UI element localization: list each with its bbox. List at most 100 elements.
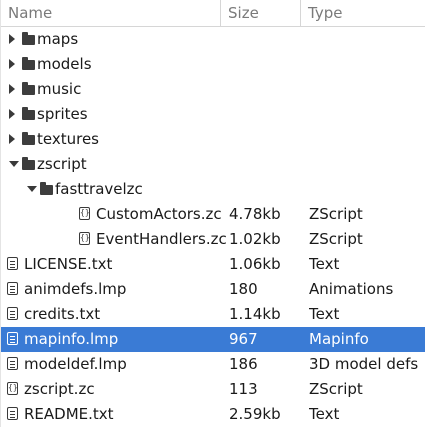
tree-file-row[interactable]: README.txt 2.59kb Text [1, 402, 425, 427]
item-name-label: music [37, 80, 82, 98]
folder-icon [22, 157, 35, 170]
tree-file-row[interactable]: LICENSE.txt 1.06kb Text [1, 252, 425, 277]
column-header-size[interactable]: Size [221, 0, 301, 26]
name-cell: music [1, 77, 227, 102]
item-type-label: Text [309, 305, 340, 323]
text-file-icon [7, 282, 18, 295]
collapsed-arrow-icon[interactable] [9, 109, 15, 119]
name-cell: maps [1, 27, 227, 52]
tree-folder-row[interactable]: textures [1, 127, 425, 152]
name-cell: {} EventHandlers.zc [1, 227, 227, 252]
item-type-label: Animations [309, 280, 394, 298]
tree-folder-row[interactable]: sprites [1, 102, 425, 127]
item-type-label: 3D model defs [309, 355, 419, 373]
item-name-label: mapinfo.lmp [24, 330, 119, 348]
item-type-label [309, 77, 425, 102]
tree-folder-row[interactable]: music [1, 77, 425, 102]
item-name-label: models [37, 55, 92, 73]
tree-rows: maps models music sprites textures zscript fas… [1, 27, 425, 427]
text-file-icon [7, 307, 18, 320]
text-file-icon [7, 332, 18, 345]
name-cell: models [1, 52, 227, 77]
item-name-label: animdefs.lmp [24, 280, 127, 298]
item-size-label: 2.59kb [229, 405, 281, 423]
item-name-label: EventHandlers.zc [96, 230, 227, 248]
item-type-label [309, 152, 425, 177]
name-cell: animdefs.lmp [1, 277, 227, 302]
item-type-label: Text [309, 255, 340, 273]
item-size-label: 1.14kb [229, 305, 281, 323]
code-file-icon: {} [79, 207, 90, 220]
item-type-label: Mapinfo [309, 330, 369, 348]
item-size-label: 1.06kb [229, 255, 281, 273]
column-header-type[interactable]: Type [301, 0, 425, 26]
item-type-label: ZScript [309, 380, 363, 398]
name-cell: textures [1, 127, 227, 152]
item-name-label: CustomActors.zc [96, 205, 222, 223]
item-size-label: 180 [229, 280, 258, 298]
collapsed-arrow-icon[interactable] [9, 59, 15, 69]
item-name-label: README.txt [24, 405, 114, 423]
item-name-label: zscript [37, 155, 87, 173]
folder-icon [22, 132, 35, 145]
item-size-label: 113 [229, 380, 258, 398]
folder-icon [22, 32, 35, 45]
name-cell: mapinfo.lmp [1, 327, 227, 352]
name-cell: README.txt [1, 402, 227, 427]
item-name-label: fasttravelzc [55, 180, 143, 198]
item-type-label: Text [309, 405, 340, 423]
tree-file-row[interactable]: modeldef.lmp 186 3D model defs [1, 352, 425, 377]
item-name-label: modeldef.lmp [24, 355, 127, 373]
item-name-label: zscript.zc [24, 380, 95, 398]
name-cell: credits.txt [1, 302, 227, 327]
tree-file-row[interactable]: {} zscript.zc 113 ZScript [1, 377, 425, 402]
collapsed-arrow-icon[interactable] [9, 84, 15, 94]
item-type-label: ZScript [309, 205, 363, 223]
code-file-icon: {} [7, 382, 18, 395]
name-cell: LICENSE.txt [1, 252, 227, 277]
item-name-label: textures [37, 130, 99, 148]
name-cell: modeldef.lmp [1, 352, 227, 377]
item-type-label [309, 27, 425, 52]
item-name-label: credits.txt [24, 305, 101, 323]
folder-icon [22, 107, 35, 120]
code-file-icon: {} [79, 232, 90, 245]
column-header: Name Size Type [1, 0, 425, 27]
item-type-label [309, 127, 425, 152]
item-size-label: 4.78kb [229, 205, 281, 223]
tree-file-row[interactable]: {} EventHandlers.zc 1.02kb ZScript [1, 227, 425, 252]
item-type-label [309, 177, 425, 202]
text-file-icon [7, 257, 18, 270]
name-cell: zscript [1, 152, 227, 177]
expanded-arrow-icon[interactable] [27, 186, 37, 192]
item-name-label: sprites [37, 105, 88, 123]
tree-folder-row[interactable]: models [1, 52, 425, 77]
tree-folder-row[interactable]: zscript [1, 152, 425, 177]
folder-icon [22, 82, 35, 95]
item-type-label: ZScript [309, 230, 363, 248]
name-cell: sprites [1, 102, 227, 127]
item-size-label: 186 [229, 355, 258, 373]
collapsed-arrow-icon[interactable] [9, 34, 15, 44]
name-cell: fasttravelzc [1, 177, 227, 202]
name-cell: {} CustomActors.zc [1, 202, 227, 227]
item-type-label [309, 102, 425, 127]
tree-file-row[interactable]: animdefs.lmp 180 Animations [1, 277, 425, 302]
collapsed-arrow-icon[interactable] [9, 134, 15, 144]
tree-file-row[interactable]: mapinfo.lmp 967 Mapinfo [1, 327, 425, 352]
item-size-label: 1.02kb [229, 230, 281, 248]
item-name-label: maps [37, 30, 79, 48]
folder-icon [40, 182, 53, 195]
tree-folder-row[interactable]: maps [1, 27, 425, 52]
item-name-label: LICENSE.txt [24, 255, 113, 273]
folder-icon [22, 57, 35, 70]
tree-file-row[interactable]: credits.txt 1.14kb Text [1, 302, 425, 327]
text-file-icon [7, 357, 18, 370]
file-tree-view: Name Size Type maps models music sprites tex… [0, 0, 425, 427]
item-size-label: 967 [229, 330, 258, 348]
item-type-label [309, 52, 425, 77]
column-header-name[interactable]: Name [1, 0, 221, 26]
tree-file-row[interactable]: {} CustomActors.zc 4.78kb ZScript [1, 202, 425, 227]
expanded-arrow-icon[interactable] [9, 161, 19, 167]
tree-folder-row[interactable]: fasttravelzc [1, 177, 425, 202]
